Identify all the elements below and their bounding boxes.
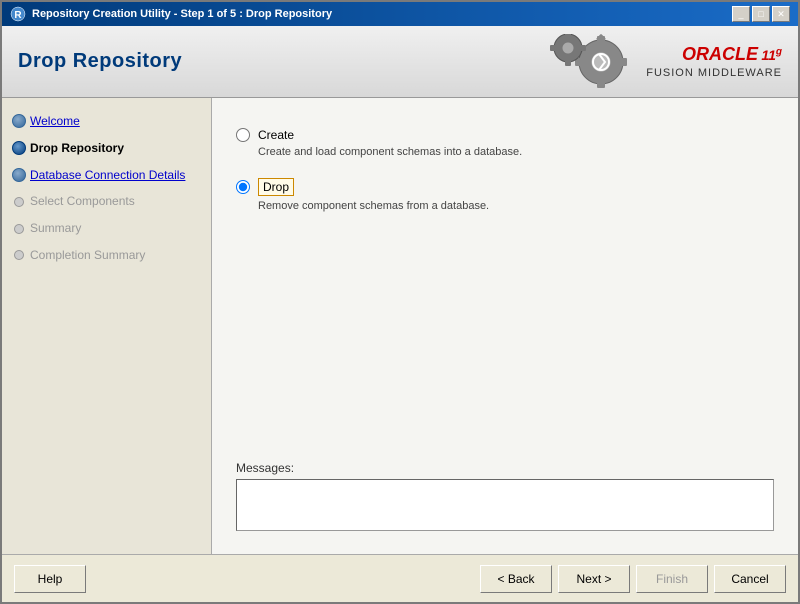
content-area: Create Create and load component schemas…: [212, 98, 798, 554]
sidebar-dot-summary: [12, 224, 24, 234]
drop-radio[interactable]: [236, 180, 250, 194]
back-button[interactable]: < Back: [480, 565, 552, 593]
sidebar-dot-welcome: [12, 114, 26, 128]
sidebar-item-summary: Summary: [2, 215, 211, 242]
sidebar-item-database-connection[interactable]: Database Connection Details: [2, 162, 211, 189]
create-radio[interactable]: [236, 128, 250, 142]
messages-label: Messages:: [236, 461, 774, 475]
create-description: Create and load component schemas into a…: [258, 146, 774, 158]
sidebar-item-select-components: Select Components: [2, 188, 211, 215]
app-icon: R: [10, 6, 26, 22]
sidebar-item-drop-repository: Drop Repository: [2, 135, 211, 162]
title-bar-buttons: _ □ ✕: [732, 6, 790, 22]
next-button[interactable]: Next >: [558, 565, 630, 593]
main-content: Welcome Drop Repository Database Connect…: [2, 98, 798, 554]
title-bar-left: R Repository Creation Utility - Step 1 o…: [10, 6, 332, 22]
radio-group: Create Create and load component schemas…: [236, 128, 774, 212]
create-label-row: Create: [236, 128, 774, 142]
messages-area: Messages:: [236, 445, 774, 534]
drop-label-row: Drop: [236, 178, 774, 196]
logo-area: ORACLE 11g FUSION MIDDLEWARE: [546, 34, 782, 90]
title-bar: R Repository Creation Utility - Step 1 o…: [2, 2, 798, 26]
fusion-text: FUSION MIDDLEWARE: [646, 67, 782, 79]
create-label[interactable]: Create: [258, 128, 294, 142]
footer-buttons: < Back Next > Finish Cancel: [480, 565, 786, 593]
oracle-logo: ORACLE 11g FUSION MIDDLEWARE: [646, 44, 782, 79]
sidebar-item-completion-summary: Completion Summary: [2, 242, 211, 269]
create-option: Create Create and load component schemas…: [236, 128, 774, 158]
gears-icon: [546, 34, 636, 90]
footer: Help < Back Next > Finish Cancel: [2, 554, 798, 602]
svg-text:R: R: [14, 10, 22, 21]
drop-label[interactable]: Drop: [258, 178, 294, 196]
main-window: R Repository Creation Utility - Step 1 o…: [0, 0, 800, 604]
sidebar-dot-select-components: [12, 197, 24, 207]
sidebar-dot-completion-summary: [12, 250, 24, 260]
cancel-button[interactable]: Cancel: [714, 565, 786, 593]
sidebar-dot-drop-repository: [12, 141, 26, 155]
minimize-button[interactable]: _: [732, 6, 750, 22]
help-button[interactable]: Help: [14, 565, 86, 593]
drop-description: Remove component schemas from a database…: [258, 200, 774, 212]
messages-textbox[interactable]: [236, 479, 774, 531]
sidebar: Welcome Drop Repository Database Connect…: [2, 98, 212, 554]
maximize-button[interactable]: □: [752, 6, 770, 22]
window-title: Repository Creation Utility - Step 1 of …: [32, 8, 332, 20]
finish-button[interactable]: Finish: [636, 565, 708, 593]
header-area: Drop Repository: [2, 26, 798, 98]
oracle-text: ORACLE 11g: [682, 44, 782, 65]
sidebar-item-welcome[interactable]: Welcome: [2, 108, 211, 135]
header-title: Drop Repository: [18, 50, 182, 73]
close-button[interactable]: ✕: [772, 6, 790, 22]
drop-option: Drop Remove component schemas from a dat…: [236, 178, 774, 212]
sidebar-dot-database-connection: [12, 168, 26, 182]
